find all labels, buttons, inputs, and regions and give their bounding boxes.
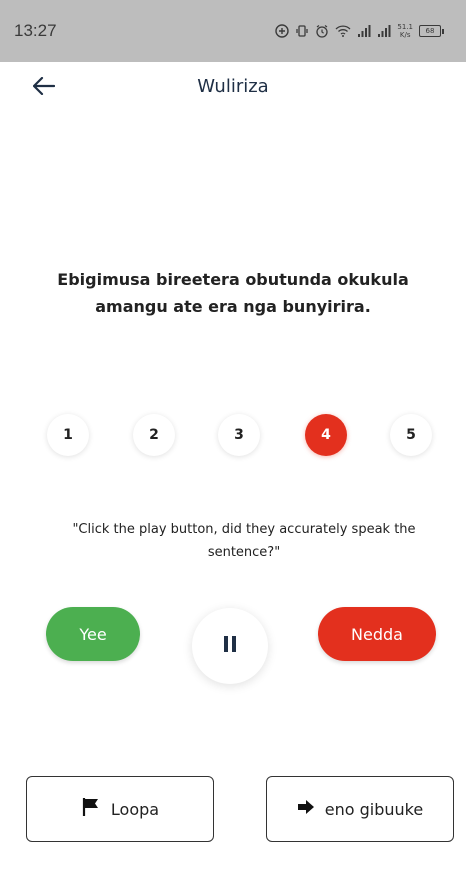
app-bar: Wuliriza	[0, 62, 466, 114]
report-button[interactable]: Loopa	[26, 776, 214, 842]
add-circle-icon	[275, 24, 290, 38]
signal-icon	[357, 24, 371, 38]
report-label: Loopa	[110, 799, 160, 819]
alarm-icon	[315, 24, 329, 38]
rating-option-5[interactable]: 5	[390, 414, 432, 456]
data-speed-unit: K/s	[399, 31, 411, 39]
battery-icon: 68	[419, 25, 444, 37]
pause-icon	[222, 635, 238, 657]
skip-button[interactable]: eno gibuuke	[266, 776, 454, 842]
rating-option-3[interactable]: 3	[218, 414, 260, 456]
rating-label: 1	[63, 427, 73, 443]
status-icons: 51.1 K/s 68	[275, 23, 444, 39]
data-speed-value: 51.1	[397, 23, 413, 31]
wifi-icon	[335, 24, 351, 38]
arrow-right-icon	[297, 799, 315, 819]
signal-icon	[377, 24, 391, 38]
vibrate-icon	[295, 24, 309, 38]
rating-label: 3	[234, 427, 244, 443]
rating-label: 4	[321, 427, 331, 443]
flag-icon	[81, 797, 101, 821]
rating-label: 5	[406, 427, 416, 443]
yes-button[interactable]: Yee	[46, 607, 140, 661]
rating-option-4[interactable]: 4	[305, 414, 347, 456]
status-time: 13:27	[14, 21, 57, 40]
skip-label: eno gibuuke	[324, 799, 424, 819]
prompt-sentence: Ebigimusa bireetera obutunda okukula ama…	[57, 270, 409, 316]
rating-option-1[interactable]: 1	[47, 414, 89, 456]
battery-level: 68	[425, 27, 435, 35]
question-text: "Click the play button, did they accurat…	[72, 522, 416, 560]
data-speed-icon: 51.1 K/s	[397, 23, 413, 39]
rating-scale: 1 2 3 4 5	[0, 414, 466, 458]
page-title: Wuliriza	[197, 76, 269, 97]
no-button[interactable]: Nedda	[318, 607, 436, 661]
rating-option-2[interactable]: 2	[133, 414, 175, 456]
rating-label: 2	[149, 427, 159, 443]
status-bar: 13:27 51.1 K/s 68	[0, 0, 466, 62]
pause-button[interactable]	[192, 608, 268, 684]
